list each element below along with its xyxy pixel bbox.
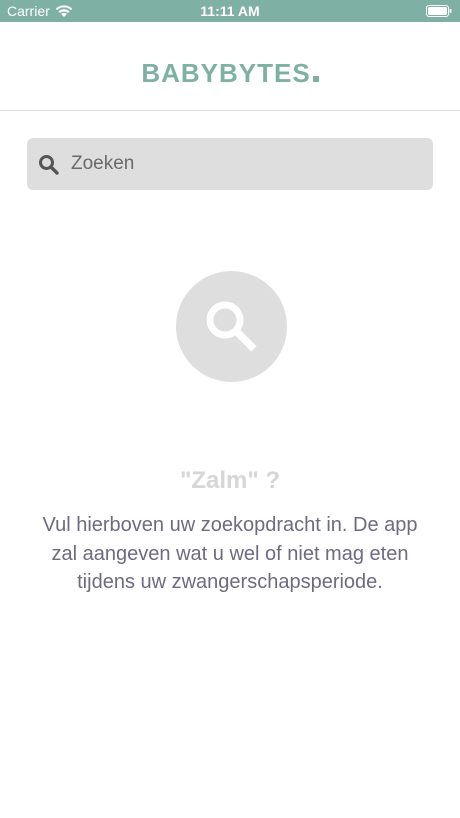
navigation-bar: BABYBYTES <box>0 22 460 111</box>
logo-text: BABYBYTES <box>141 58 311 88</box>
search-input[interactable] <box>71 138 423 190</box>
search-icon <box>39 155 59 175</box>
empty-state-illustration <box>176 271 287 382</box>
empty-state-message: Vul hierboven uw zoekopdracht in. De app… <box>42 514 418 593</box>
battery-icon <box>426 5 452 17</box>
clock: 11:11 AM <box>200 3 260 19</box>
empty-state-title: "Zalm" ? <box>179 467 281 494</box>
logo-dot <box>312 76 319 82</box>
app-logo: BABYBYTES <box>0 58 460 89</box>
status-bar: Carrier 11:11 AM <box>0 0 460 22</box>
search-bar[interactable] <box>27 138 433 190</box>
magnifier-icon <box>206 301 257 352</box>
